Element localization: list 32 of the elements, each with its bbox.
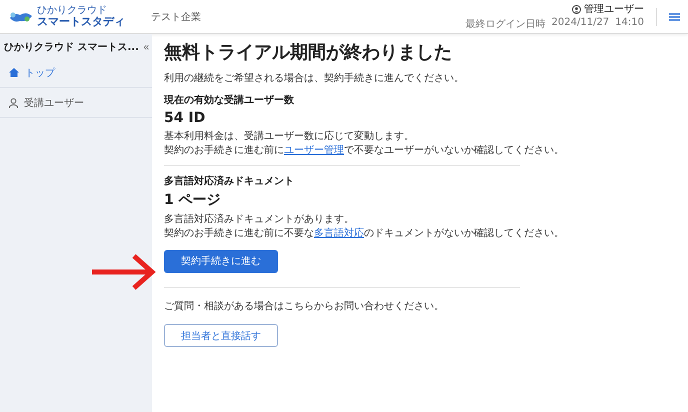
description-text: 契約のお手続きに進む前に不要な多言語対応のドキュメントがないか確認してください。 — [164, 227, 565, 241]
collapse-button[interactable]: « — [143, 42, 149, 52]
logo-title: スマートスタディ — [37, 16, 125, 27]
section-label: 多言語対応済みドキュメント — [164, 174, 295, 188]
description-text: 基本利用料金は、受講ユーザー数に応じて変動します。 — [164, 130, 415, 144]
menu-button[interactable] — [669, 12, 680, 20]
section-value: 1 ページ — [164, 190, 222, 208]
inline-link[interactable]: ユーザー管理 — [284, 145, 344, 156]
section-label: 現在の有効な受講ユーザー数 — [164, 94, 295, 106]
description-text: 契約のお手続きに進む前にユーザー管理で不要なユーザーがいないか確認してください。 — [164, 144, 565, 158]
arrow-icon — [92, 252, 158, 292]
page-title: 無料トライアル期間が終わりました — [164, 41, 453, 64]
user-icon — [572, 4, 581, 14]
last-login-label: 最終ログイン日時 — [466, 18, 546, 31]
home-icon — [9, 68, 19, 77]
contact-button[interactable]: 担当者と直接話す — [164, 324, 278, 347]
inline-link[interactable]: 多言語対応 — [314, 228, 364, 239]
user-name: 管理ユーザー — [584, 3, 644, 16]
sidebar-item[interactable]: トップ — [0, 58, 152, 88]
sidebar-title: ひかりクラウド スマートス... — [4, 41, 139, 54]
logo-icon — [8, 10, 34, 24]
last-login-time: 14:10 — [615, 17, 644, 30]
intro-text: 利用の継続をご希望される場合は、契約手続きに進んでください。 — [164, 72, 465, 86]
description-text: 多言語対応済みドキュメントがあります。 — [164, 212, 355, 226]
last-login-date: 2024/11/27 — [552, 17, 610, 30]
logo-subtitle: ひかりクラウド — [37, 6, 108, 16]
contact-text: ご質問・相談がある場合はこちらからお問い合わせください。 — [164, 300, 445, 314]
sidebar-item[interactable]: 受講ユーザー — [0, 88, 152, 118]
proceed-button[interactable]: 契約手続きに進む — [164, 250, 278, 272]
section-value: 54 ID — [164, 110, 206, 126]
company-name: テスト企業 — [151, 10, 201, 24]
user-icon — [9, 98, 18, 108]
